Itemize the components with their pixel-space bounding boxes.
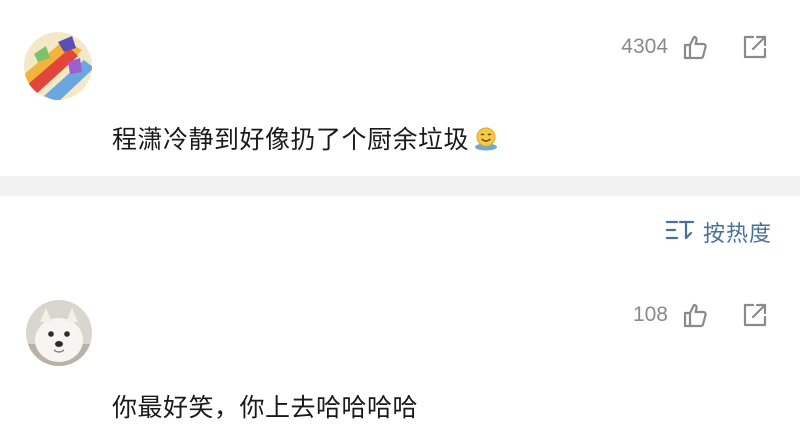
smiling-face-emoji-icon (473, 125, 499, 157)
user-avatar[interactable] (24, 32, 92, 100)
thumbs-up-icon[interactable] (680, 32, 710, 62)
comment-body: 你最好笑，你上去哈哈哈哈 (112, 393, 419, 422)
comment-text: 你最好笑，你上去哈哈哈哈 (112, 388, 418, 424)
comment-text: 程潇冷静到好像扔了个厨余垃圾 (112, 120, 499, 157)
sort-by-hot-button[interactable]: 按热度 (665, 216, 772, 248)
like-count: 108 (632, 303, 668, 326)
sort-icon (665, 218, 695, 246)
section-divider (0, 176, 800, 196)
share-icon[interactable] (740, 32, 770, 62)
comment-item: 4304 程潇冷静到好像扔了个厨余垃圾 (0, 0, 800, 176)
comment-body: 程潇冷静到好像扔了个厨余垃圾 (112, 125, 470, 154)
user-avatar[interactable] (26, 300, 92, 366)
sort-label: 按热度 (702, 222, 772, 247)
comment-actions: 4304 (621, 32, 770, 62)
comment-actions: 108 (633, 300, 770, 330)
share-icon[interactable] (740, 300, 770, 330)
like-count: 4304 (621, 35, 668, 58)
thumbs-up-icon[interactable] (680, 300, 710, 330)
